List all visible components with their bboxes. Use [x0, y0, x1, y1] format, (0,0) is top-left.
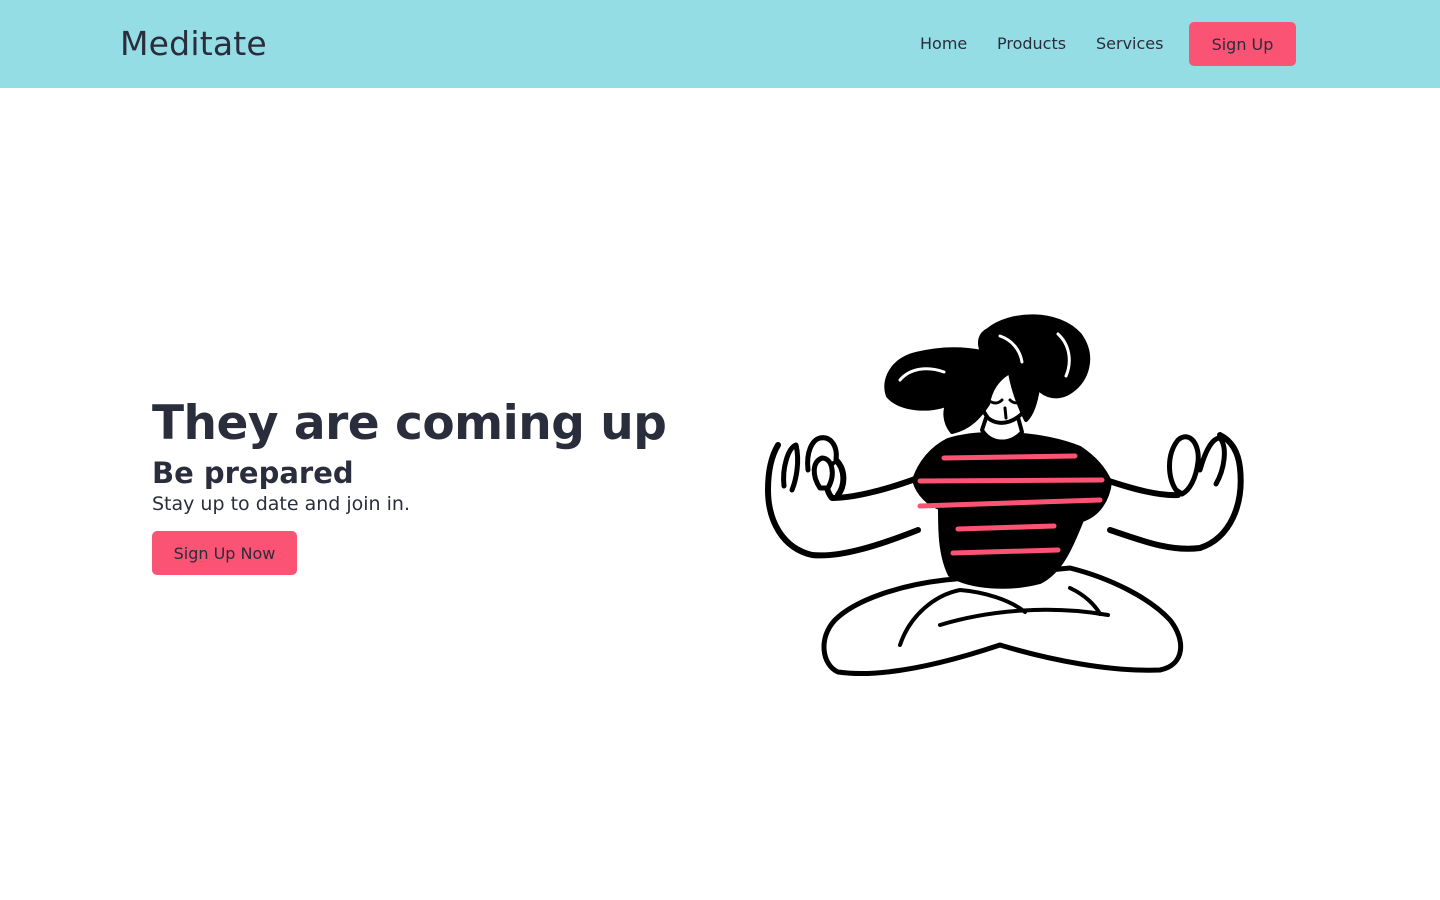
brand-logo[interactable]: Meditate: [120, 22, 267, 66]
meditating-woman-illustration: [765, 314, 1244, 676]
nav-link-services[interactable]: Services: [1096, 32, 1163, 56]
navbar: Meditate Home Products Services Sign Up: [0, 0, 1440, 88]
hero-subtitle: Be prepared: [152, 456, 354, 490]
hero-title: They are coming up: [152, 396, 667, 451]
signup-button[interactable]: Sign Up: [1189, 22, 1296, 66]
signup-now-button[interactable]: Sign Up Now: [152, 531, 297, 575]
hero-text: Stay up to date and join in.: [152, 493, 410, 515]
nav-link-products[interactable]: Products: [997, 32, 1066, 56]
nav-link-home[interactable]: Home: [920, 32, 967, 56]
